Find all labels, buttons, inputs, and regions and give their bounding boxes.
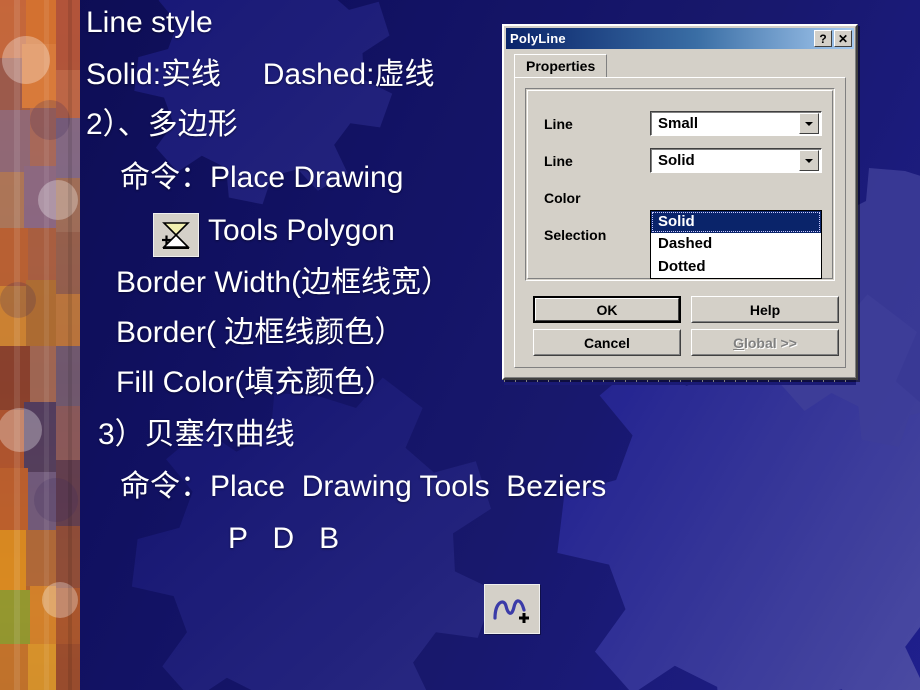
close-icon[interactable]: ✕	[834, 30, 852, 47]
slide-canvas: Line style Solid:实线 Dashed:虚线 2）、多边形 命令：…	[0, 0, 920, 690]
polygon-glyph	[162, 222, 190, 249]
bezier-glyph	[493, 599, 529, 623]
dropdown-option-solid[interactable]: Solid	[651, 211, 821, 234]
dialog-tabstrip: Properties	[514, 54, 846, 78]
slide-line-bezier-command: 命令：Place Drawing Tools Beziers	[120, 470, 607, 503]
slide-line-polygon-heading: 2）、多边形	[86, 108, 238, 141]
help-titlebar-button[interactable]: ?	[814, 30, 832, 47]
properties-groupbox: Line Line Color Selection Small Solid So…	[525, 88, 835, 281]
ok-button-label: OK	[596, 301, 618, 318]
tab-properties[interactable]: Properties	[514, 54, 608, 78]
slide-line-bezier-shortcut: P D B	[228, 522, 340, 555]
slide-line-border-color: Border( 边框线颜色）	[116, 316, 405, 349]
global-button[interactable]: Global >>	[691, 329, 839, 356]
field-label-color: Color	[544, 190, 581, 206]
slide-line-bezier-heading: 3）贝塞尔曲线	[98, 418, 295, 451]
help-button-label: Help	[749, 301, 781, 318]
polygon-tool-icon	[153, 213, 199, 257]
help-button[interactable]: Help	[691, 296, 839, 323]
line-width-combo[interactable]: Small	[650, 111, 822, 136]
dialog-titlebar[interactable]: PolyLine ? ✕	[506, 28, 854, 49]
ok-button[interactable]: OK	[533, 296, 681, 323]
cancel-button-label: Cancel	[584, 334, 630, 351]
dropdown-option-dotted[interactable]: Dotted	[651, 256, 821, 278]
slide-line-tools-polygon: Tools Polygon	[208, 214, 395, 247]
line-style-value: Solid	[658, 152, 695, 169]
cancel-button[interactable]: Cancel	[533, 329, 681, 356]
slide-line-fill-color: Fill Color(填充颜色）	[116, 366, 395, 399]
slide-line-border-width: Border Width(边框线宽）	[116, 266, 452, 299]
chevron-down-icon[interactable]	[799, 113, 819, 134]
global-button-label: Global >>	[733, 334, 797, 351]
slide-line-title: Line style	[86, 6, 213, 39]
slide-line-polygon-command: 命令：Place Drawing	[120, 161, 404, 194]
field-label-selection: Selection	[544, 227, 607, 243]
dropdown-option-dashed[interactable]: Dashed	[651, 233, 821, 255]
chevron-down-icon[interactable]	[799, 150, 819, 171]
field-label-line-style: Line	[544, 153, 573, 169]
polyline-dialog: PolyLine ? ✕ Properties Line Line Color …	[502, 24, 858, 380]
slide-line-styles: Solid:实线 Dashed:虚线	[86, 58, 435, 91]
bezier-tool-icon	[484, 584, 540, 634]
dialog-title: PolyLine	[510, 31, 566, 46]
line-style-combo[interactable]: Solid	[650, 148, 822, 173]
field-label-line-width: Line	[544, 116, 573, 132]
line-width-value: Small	[658, 115, 699, 132]
properties-tab-panel: Line Line Color Selection Small Solid So…	[514, 77, 846, 368]
line-style-dropdown-list[interactable]: Solid Dashed Dotted	[650, 210, 822, 279]
